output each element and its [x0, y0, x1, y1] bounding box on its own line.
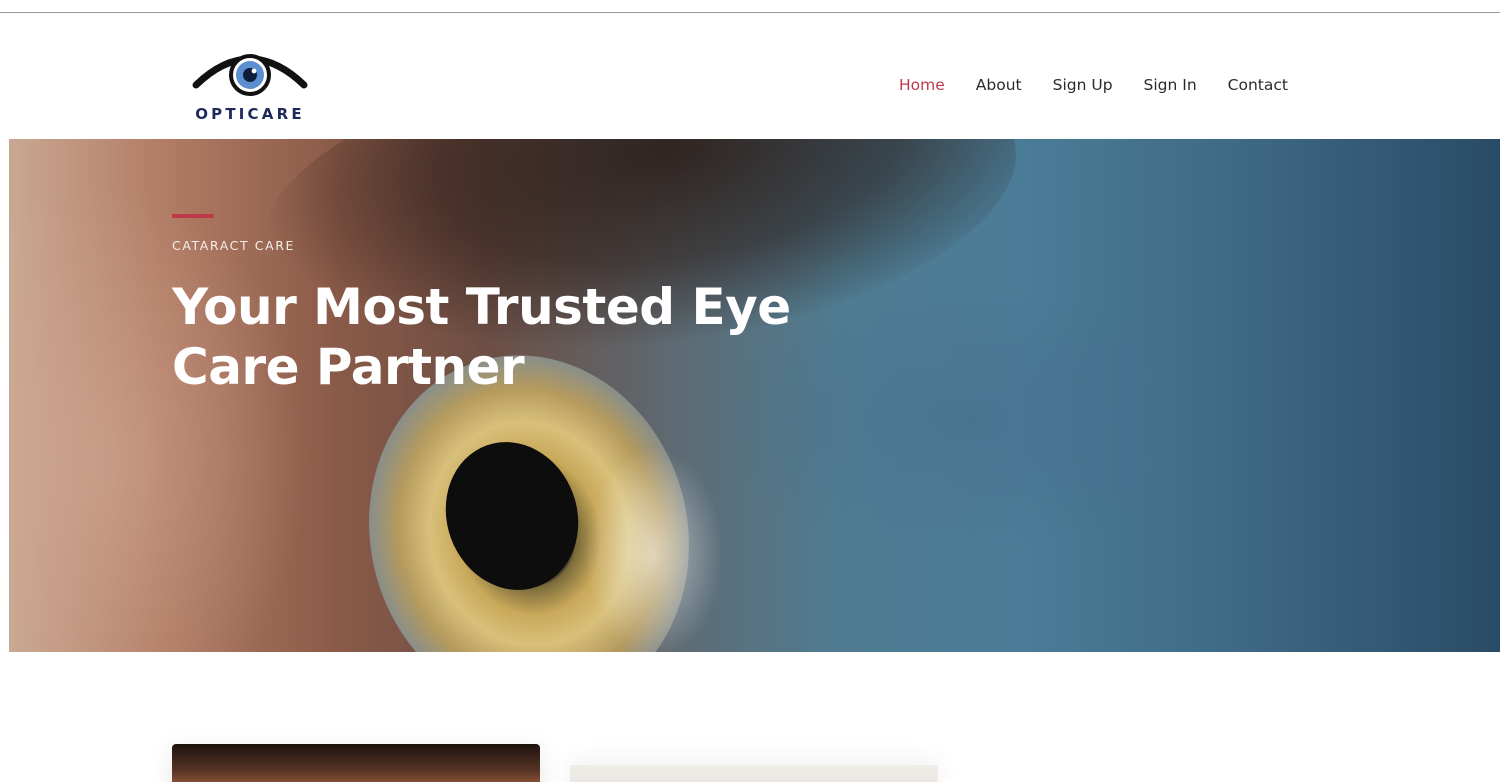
main-nav: Home About Sign Up Sign In Contact: [899, 76, 1319, 94]
hero-kicker: CATARACT CARE: [172, 238, 296, 253]
brand-name: OPTICARE: [195, 105, 305, 123]
nav-item-sign-up[interactable]: Sign Up: [1053, 76, 1113, 94]
hero-banner: CATARACT CARE Your Most Trusted Eye Care…: [9, 139, 1500, 652]
nav-item-contact[interactable]: Contact: [1228, 76, 1288, 94]
site-header: OPTICARE Home About Sign Up Sign In Cont…: [0, 13, 1500, 139]
logo[interactable]: OPTICARE: [184, 47, 316, 131]
feature-card-image[interactable]: [172, 744, 540, 782]
eye-icon: [192, 54, 308, 96]
hero-accent-bar: [172, 214, 214, 218]
nav-item-sign-in[interactable]: Sign In: [1144, 76, 1197, 94]
nav-item-home[interactable]: Home: [899, 76, 945, 94]
feature-card-image[interactable]: [570, 765, 938, 782]
hero-title: Your Most Trusted Eye Care Partner: [172, 278, 791, 396]
nav-item-about[interactable]: About: [976, 76, 1022, 94]
hero-image-glare: [579, 439, 729, 652]
